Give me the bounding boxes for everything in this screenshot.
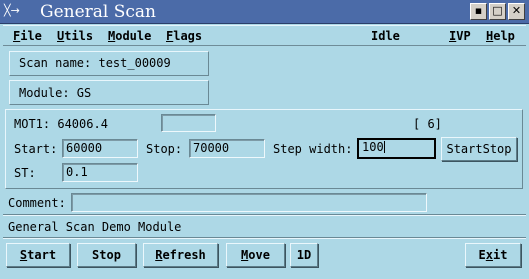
scan-name-label: Scan name: test_00009: [19, 56, 171, 70]
menu-module[interactable]: Module: [108, 28, 151, 44]
general-scan-window: ╳→ General Scan ▪ □ ✕ File Utils Module …: [0, 0, 529, 279]
menu-help[interactable]: Help: [486, 28, 515, 44]
motor-value-field[interactable]: [161, 114, 216, 132]
menu-utils[interactable]: Utils: [57, 28, 93, 44]
module-label: Module: GS: [19, 86, 92, 100]
start-button[interactable]: Start: [6, 243, 70, 267]
stop-input[interactable]: 70000: [189, 139, 265, 158]
comment-label: Comment:: [8, 196, 66, 210]
menu-ivp[interactable]: IVP: [449, 28, 471, 44]
motor-index: [ 6]: [413, 117, 442, 131]
menu-bar: File Utils Module Flags Idle IVP Help: [3, 25, 526, 46]
menu-flags[interactable]: Flags: [166, 28, 202, 44]
start-label: Start:: [14, 142, 58, 156]
separator: [3, 214, 526, 216]
step-width-label: Step width:: [273, 142, 353, 156]
title-bar[interactable]: ╳→ General Scan ▪ □ ✕: [0, 0, 529, 24]
st-label: ST:: [14, 166, 36, 180]
comment-input[interactable]: [71, 193, 427, 212]
maximize-button[interactable]: □: [489, 3, 506, 20]
st-input[interactable]: 0.1: [62, 163, 138, 182]
status-label: Idle: [371, 29, 400, 43]
window-title: General Scan: [40, 2, 157, 22]
minimize-button[interactable]: ▪: [470, 3, 487, 20]
1d-button[interactable]: 1D: [290, 243, 318, 267]
start-input[interactable]: 60000: [62, 139, 138, 158]
motor-readout: MOT1: 64006.4: [14, 117, 108, 131]
menu-file[interactable]: File: [13, 28, 42, 44]
stop-label: Stop:: [146, 142, 183, 156]
module-description: General Scan Demo Module: [8, 220, 182, 234]
step-width-input[interactable]: 100: [357, 138, 436, 159]
startstop-button[interactable]: StartStop: [441, 137, 517, 161]
move-button[interactable]: Move: [226, 243, 285, 267]
separator: [3, 237, 526, 239]
close-button[interactable]: ✕: [508, 3, 525, 20]
stop-button[interactable]: Stop: [77, 243, 136, 267]
refresh-button[interactable]: Refresh: [143, 243, 218, 267]
window-menu-icon[interactable]: ╳→: [4, 3, 28, 19]
text-caret: [383, 141, 385, 153]
exit-button[interactable]: Exit: [465, 243, 521, 267]
scan-name-frame: Scan name: test_00009: [9, 51, 209, 76]
module-frame: Module: GS: [9, 80, 209, 105]
